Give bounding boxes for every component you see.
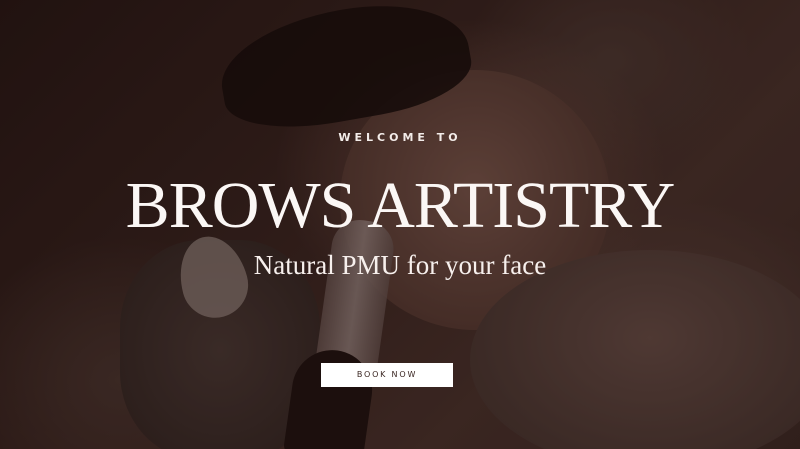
hero-section: WELCOME TO BROWS ARTISTRY Natural PMU fo… xyxy=(0,0,800,449)
hero-subtitle: Natural PMU for your face xyxy=(253,250,547,280)
hero-title: BROWS ARTISTRY xyxy=(125,169,676,242)
hero-content: WELCOME TO BROWS ARTISTRY Natural PMU fo… xyxy=(0,0,800,449)
book-now-button[interactable]: BOOK NOW xyxy=(321,363,453,387)
hero-eyebrow: WELCOME TO xyxy=(338,131,462,144)
